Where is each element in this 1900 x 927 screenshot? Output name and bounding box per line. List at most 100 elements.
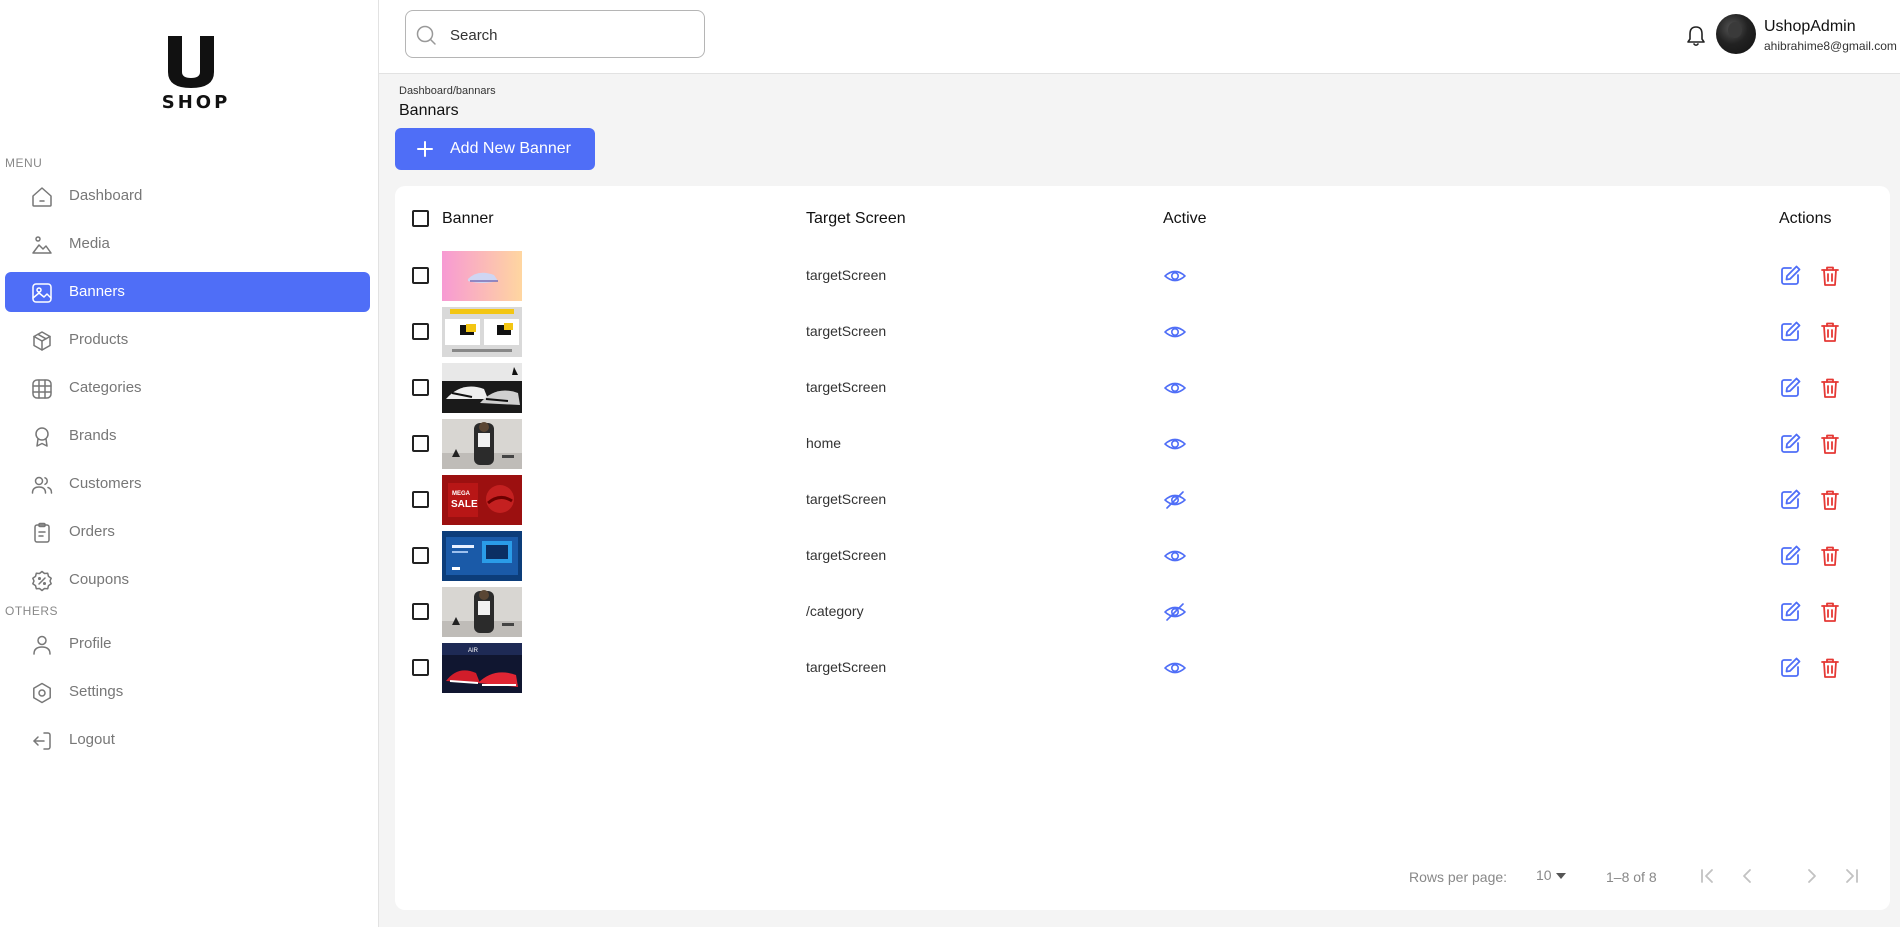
page-title: Bannars [399,102,459,119]
eye-off-icon[interactable] [1163,600,1187,624]
search-input[interactable] [450,23,690,47]
edit-icon[interactable] [1778,488,1802,512]
sidebar-item-banners[interactable]: Banners [5,272,370,312]
banner-thumbnail [442,531,522,581]
sidebar-item-label: Orders [69,523,115,540]
edit-icon[interactable] [1778,432,1802,456]
row-checkbox[interactable] [412,603,429,620]
sidebar-item-categories[interactable]: Categories [5,368,370,408]
banners-table: Banner Target Screen Active Actions targ… [395,186,1890,910]
pagination-range: 1–8 of 8 [1606,869,1657,885]
brand-logo[interactable]: SHOP [154,34,238,114]
svg-text:SALE: SALE [451,499,478,510]
sidebar-item-label: Brands [69,427,117,444]
row-checkbox[interactable] [412,379,429,396]
rows-per-page-select[interactable]: 10 [1536,867,1576,887]
sidebar-item-label: Dashboard [69,187,143,204]
table-row[interactable]: home [395,416,1890,472]
banner-thumbnail: MEGA SALE [442,475,522,525]
eye-icon[interactable] [1163,320,1187,344]
svg-text:MEGA: MEGA [452,491,471,497]
row-checkbox[interactable] [412,267,429,284]
target-screen-cell: targetScreen [806,659,887,675]
search-box[interactable] [405,10,705,58]
sidebar-item-settings[interactable]: Settings [5,672,370,712]
banner-thumbnail [442,587,522,637]
sidebar-item-orders[interactable]: Orders [5,512,370,552]
first-page-icon[interactable] [1695,864,1719,888]
add-button-label: Add New Banner [450,140,571,157]
eye-icon[interactable] [1163,544,1187,568]
logout-icon [30,729,54,753]
sidebar-item-label: Banners [69,283,125,300]
table-row[interactable]: targetScreen [395,248,1890,304]
sidebar-item-logout[interactable]: Logout [5,720,370,760]
delete-icon[interactable] [1818,264,1842,288]
sidebar-item-media[interactable]: Media [5,224,370,264]
user-email: ahibrahime8@gmail.com [1764,39,1897,53]
sidebar-item-dashboard[interactable]: Dashboard [5,176,370,216]
delete-icon[interactable] [1818,544,1842,568]
sidebar-item-label: Logout [69,731,115,748]
table-row[interactable]: targetScreen [395,304,1890,360]
edit-icon[interactable] [1778,544,1802,568]
sidebar-item-customers[interactable]: Customers [5,464,370,504]
delete-icon[interactable] [1818,488,1842,512]
sidebar-item-label: Coupons [69,571,130,588]
eye-off-icon[interactable] [1163,488,1187,512]
box-icon [30,329,54,353]
eye-icon[interactable] [1163,264,1187,288]
bell-icon[interactable] [1685,24,1707,48]
column-header-banner: Banner [442,210,494,227]
sidebar-item-coupons[interactable]: Coupons [5,560,370,600]
sidebar-item-label: Products [69,331,129,348]
eye-icon[interactable] [1163,376,1187,400]
image-icon [30,233,54,257]
banner-thumbnail: AIR [442,643,522,693]
sidebar-item-brands[interactable]: Brands [5,416,370,456]
edit-icon[interactable] [1778,600,1802,624]
last-page-icon[interactable] [1840,864,1864,888]
sidebar-item-products[interactable]: Products [5,320,370,360]
target-screen-cell: /category [806,603,864,619]
delete-icon[interactable] [1818,600,1842,624]
column-header-target-screen: Target Screen [806,210,906,227]
add-new-banner-button[interactable]: Add New Banner [395,128,595,170]
table-row[interactable]: AIR targetScreen [395,640,1890,696]
grid-icon [30,377,54,401]
previous-page-icon[interactable] [1735,864,1759,888]
column-header-actions: Actions [1779,210,1832,227]
delete-icon[interactable] [1818,320,1842,344]
next-page-icon[interactable] [1800,864,1824,888]
edit-icon[interactable] [1778,376,1802,400]
table-row[interactable]: /category [395,584,1890,640]
row-checkbox[interactable] [412,323,429,340]
users-icon [30,473,54,497]
eye-icon[interactable] [1163,432,1187,456]
edit-icon[interactable] [1778,320,1802,344]
caret-down-icon [1556,873,1566,879]
logo-u-mark [168,36,214,88]
discount-icon [30,569,54,593]
table-row[interactable]: targetScreen [395,360,1890,416]
delete-icon[interactable] [1818,376,1842,400]
row-checkbox[interactable] [412,435,429,452]
target-screen-cell: targetScreen [806,547,887,563]
edit-icon[interactable] [1778,656,1802,680]
eye-icon[interactable] [1163,656,1187,680]
settings-icon [30,681,54,705]
row-checkbox[interactable] [412,547,429,564]
sidebar-item-profile[interactable]: Profile [5,624,370,664]
table-row[interactable]: targetScreen [395,528,1890,584]
select-all-checkbox[interactable] [412,210,429,227]
user-name: UshopAdmin [1764,18,1856,35]
avatar[interactable] [1716,14,1756,54]
delete-icon[interactable] [1818,656,1842,680]
edit-icon[interactable] [1778,264,1802,288]
delete-icon[interactable] [1818,432,1842,456]
target-screen-cell: targetScreen [806,323,887,339]
row-checkbox[interactable] [412,491,429,508]
table-row[interactable]: MEGA SALE targetScreen [395,472,1890,528]
sidebar-item-label: Customers [69,475,142,492]
row-checkbox[interactable] [412,659,429,676]
